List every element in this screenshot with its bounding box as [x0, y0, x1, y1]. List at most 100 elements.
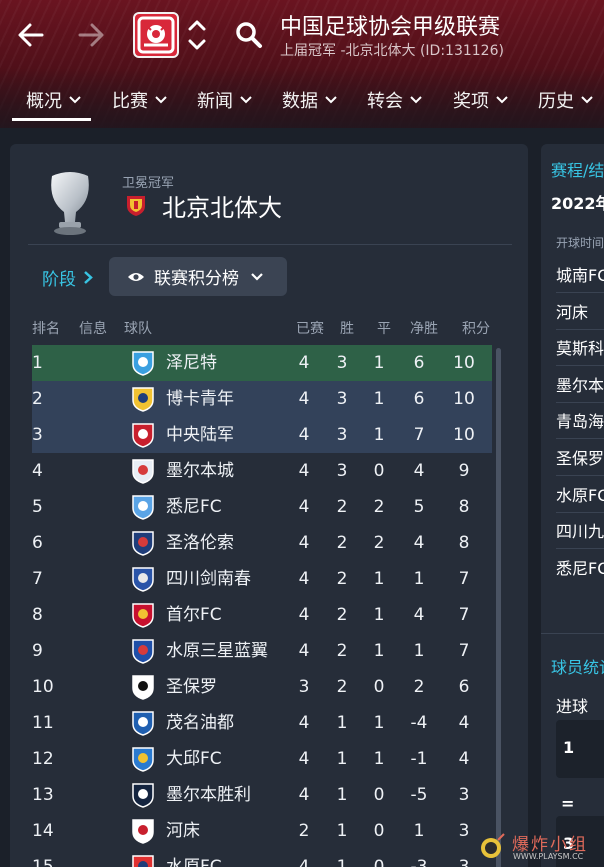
stage-link[interactable]: 阶段: [42, 265, 93, 290]
row-position: 6: [32, 533, 43, 553]
row-position: 8: [32, 605, 43, 625]
row-team-name[interactable]: 中央陆军: [166, 417, 234, 453]
team-crest-icon: [132, 459, 154, 484]
chevron-down-icon: [69, 96, 81, 104]
fixture-opponent[interactable]: 莫斯科: [556, 335, 604, 359]
fixture-opponent[interactable]: 四川九: [556, 518, 604, 542]
row-team-name[interactable]: 墨尔本城: [166, 453, 234, 489]
row-won: 2: [336, 533, 348, 553]
row-team-name[interactable]: 圣洛伦索: [166, 525, 234, 561]
row-team-name[interactable]: 博卡青年: [166, 381, 234, 417]
bomb-logo-icon: [481, 833, 505, 858]
search-icon[interactable]: [234, 20, 264, 50]
player-stats-title[interactable]: 球员统计: [551, 654, 604, 678]
row-points: 3: [458, 821, 470, 841]
menu-item-label: 新闻: [197, 91, 233, 112]
col-info[interactable]: 信息: [79, 318, 107, 338]
row-drawn: 1: [373, 353, 385, 373]
menu-item-history[interactable]: 历史: [538, 80, 593, 120]
col-pos[interactable]: 排名: [32, 318, 60, 338]
fixture-opponent[interactable]: 水原FC: [556, 482, 604, 506]
eye-icon: [128, 272, 144, 281]
row-points: 6: [458, 677, 470, 697]
team-crest-icon: [132, 819, 154, 844]
team-crest-icon: [132, 351, 154, 376]
table-row[interactable]: 9 水原三星蓝翼 4 2 1 1 7: [32, 633, 492, 669]
col-gd[interactable]: 净胜: [410, 318, 438, 338]
chevron-down-icon: [251, 272, 263, 281]
row-team-name[interactable]: 河床: [166, 813, 200, 849]
trophy-icon: [51, 172, 89, 235]
col-points[interactable]: 积分: [462, 318, 490, 338]
table-row[interactable]: 3 中央陆军 4 3 1 7 10: [32, 417, 492, 453]
table-row[interactable]: 2 博卡青年 4 3 1 6 10: [32, 381, 492, 417]
fixture-opponent[interactable]: 圣保罗: [556, 445, 604, 469]
col-drawn[interactable]: 平: [377, 318, 391, 338]
table-row[interactable]: 15 水原FC 4 1 0 -3 3: [32, 849, 492, 867]
menu-item-matches[interactable]: 比赛: [112, 80, 167, 120]
divider: [556, 438, 604, 440]
menu-item-label: 奖项: [453, 91, 489, 112]
row-team-name[interactable]: 水原FC: [166, 849, 222, 867]
table-row[interactable]: 5 悉尼FC 4 2 2 5 8: [32, 489, 492, 525]
col-played[interactable]: 已赛: [296, 318, 324, 338]
row-team-name[interactable]: 水原三星蓝翼: [166, 633, 268, 669]
table-row[interactable]: 10 圣保罗 3 2 0 2 6: [32, 669, 492, 705]
holder-team-name[interactable]: 北京北体大: [162, 188, 282, 223]
up-down-chevron-icon[interactable]: [186, 16, 208, 54]
row-team-name[interactable]: 大邱FC: [166, 741, 222, 777]
row-position: 9: [32, 641, 43, 661]
table-row[interactable]: 13 墨尔本胜利 4 1 0 -5 3: [32, 777, 492, 813]
row-played: 4: [298, 353, 310, 373]
row-position: 2: [32, 389, 43, 409]
row-team-name[interactable]: 首尔FC: [166, 597, 222, 633]
menu-item-news[interactable]: 新闻: [197, 80, 252, 120]
row-gd: 1: [413, 821, 425, 841]
table-row[interactable]: 1 泽尼特 4 3 1 6 10: [32, 345, 492, 381]
forward-arrow-icon[interactable]: [74, 18, 108, 52]
row-drawn: 1: [373, 749, 385, 769]
table-row[interactable]: 11 茂名油都 4 1 1 -4 4: [32, 705, 492, 741]
fixture-opponent[interactable]: 河床: [556, 299, 588, 323]
table-row[interactable]: 12 大邱FC 4 1 1 -1 4: [32, 741, 492, 777]
col-team[interactable]: 球队: [124, 318, 152, 338]
table-scrollbar[interactable]: [496, 348, 501, 867]
scorer-rank: =: [561, 794, 575, 813]
fixture-opponent[interactable]: 城南FC: [556, 262, 604, 286]
fixture-opponent[interactable]: 青岛海: [556, 408, 604, 432]
table-row[interactable]: 8 首尔FC 4 2 1 4 7: [32, 597, 492, 633]
row-drawn: 1: [373, 389, 385, 409]
row-gd: 4: [413, 533, 425, 553]
back-arrow-icon[interactable]: [14, 18, 48, 52]
fixtures-panel: 赛程/结 2022年 开球时间 城南FC 河床 莫斯科 墨尔本 青岛海 圣保罗 水原FC 四川…: [541, 144, 604, 867]
table-row[interactable]: 7 四川剑南春 4 2 1 1 7: [32, 561, 492, 597]
row-points: 8: [458, 533, 470, 553]
row-team-name[interactable]: 圣保罗: [166, 669, 217, 705]
table-view-dropdown[interactable]: 联赛积分榜: [109, 257, 287, 296]
table-row[interactable]: 6 圣洛伦索 4 2 2 4 8: [32, 525, 492, 561]
fixture-opponent[interactable]: 墨尔本: [556, 372, 604, 396]
team-crest-icon: [132, 855, 154, 867]
row-team-name[interactable]: 悉尼FC: [166, 489, 222, 525]
row-gd: 7: [413, 425, 425, 445]
row-drawn: 0: [373, 785, 385, 805]
row-team-name[interactable]: 四川剑南春: [166, 561, 251, 597]
row-team-name[interactable]: 泽尼特: [166, 345, 217, 381]
row-team-name[interactable]: 墨尔本胜利: [166, 777, 251, 813]
row-points: 3: [458, 785, 470, 805]
col-won[interactable]: 胜: [340, 318, 354, 338]
divider: [28, 244, 512, 245]
fixture-opponent[interactable]: 悉尼FC: [556, 555, 604, 579]
row-gd: 1: [413, 641, 425, 661]
table-row[interactable]: 14 河床 2 1 0 1 3: [32, 813, 492, 849]
menu-item-stats[interactable]: 数据: [282, 80, 337, 120]
team-crest-icon: [132, 603, 154, 628]
menu-item-overview[interactable]: 概况: [12, 80, 91, 121]
table-row[interactable]: 4 墨尔本城 4 3 0 4 9: [32, 453, 492, 489]
divider: [556, 511, 604, 513]
row-team-name[interactable]: 茂名油都: [166, 705, 234, 741]
menu-item-transfers[interactable]: 转会: [367, 80, 422, 120]
main-menu: 概况 比赛 新闻 数据 转会 奖项 历史: [0, 80, 604, 121]
menu-item-awards[interactable]: 奖项: [453, 80, 508, 120]
fixtures-title[interactable]: 赛程/结: [551, 157, 604, 181]
